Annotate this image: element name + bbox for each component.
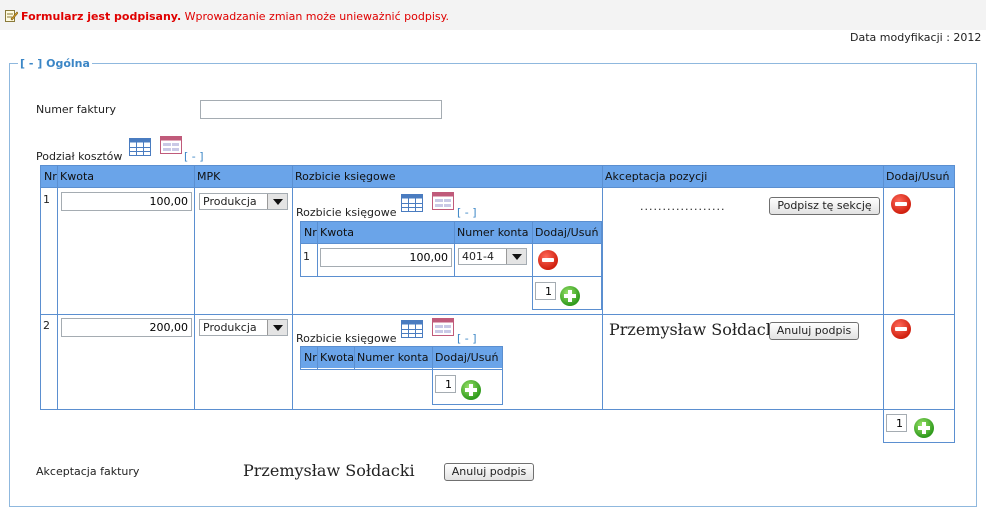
nested-col-amount: Kwota	[320, 226, 354, 239]
col-header-mpk: MPK	[197, 170, 221, 183]
row-1-mpk-value: Produkcja	[203, 195, 257, 208]
col-header-breakdown: Rozbicie księgowe	[295, 170, 396, 183]
row-2-cancel-signature-button[interactable]: Anuluj podpis	[769, 322, 859, 340]
section-title: Ogólna	[46, 57, 90, 70]
row-2-mpk-value: Produkcja	[203, 321, 257, 334]
signed-warning-text: Wprowadzanie zmian może unieważnić podpi…	[181, 10, 450, 23]
column-divider	[57, 166, 58, 409]
table-grid-icon[interactable]	[401, 320, 423, 338]
row-2-amount-input[interactable]	[61, 318, 192, 337]
cost-split-label: Podział kosztów	[36, 150, 123, 163]
row-divider	[41, 187, 954, 188]
table-grid-icon[interactable]	[129, 138, 151, 156]
form-view-icon[interactable]	[432, 192, 454, 210]
col-header-amount: Kwota	[60, 170, 94, 183]
chevron-down-icon	[267, 320, 287, 335]
row-2-breakdown-add-count[interactable]	[435, 375, 456, 393]
cost-split-collapse-toggle[interactable]: [ - ]	[184, 150, 204, 163]
row-2-breakdown-label: Rozbicie księgowe	[296, 332, 397, 345]
row-1-breakdown-label: Rozbicie księgowe	[296, 206, 397, 219]
add-row-icon[interactable]	[461, 380, 481, 400]
cost-split-header-row	[41, 166, 954, 187]
remove-row-icon[interactable]	[538, 250, 558, 270]
column-divider	[317, 222, 318, 276]
cost-split-add-count[interactable]	[886, 414, 907, 432]
form-view-icon[interactable]	[160, 136, 182, 154]
nested-col-nr: Nr	[304, 351, 317, 364]
column-divider	[532, 222, 533, 276]
signed-warning-bold: Formularz jest podpisany.	[21, 10, 182, 23]
column-divider	[194, 166, 195, 409]
modified-date-label: Data modyfikacji : 2012	[850, 31, 982, 44]
row-1-breakdown-collapse-toggle[interactable]: [ - ]	[457, 206, 477, 219]
section-legend: [ - ] Ogólna	[18, 57, 92, 70]
col-header-add-remove: Dodaj/Usuń	[886, 170, 950, 183]
column-divider	[292, 166, 293, 409]
remove-row-icon[interactable]	[891, 194, 911, 214]
form-view-icon[interactable]	[432, 318, 454, 336]
column-divider	[883, 166, 884, 409]
column-divider	[317, 347, 318, 369]
column-divider	[602, 166, 603, 409]
col-header-nr: Nr	[44, 170, 57, 183]
row-1-amount-input[interactable]	[61, 192, 192, 211]
row-divider	[301, 243, 601, 244]
row-1-acceptance-placeholder: ...................	[640, 200, 726, 213]
row-2-nr: 2	[43, 319, 50, 332]
chevron-down-icon	[267, 194, 287, 209]
invoice-acceptance-label: Akceptacja faktury	[36, 465, 140, 478]
invoice-acceptance-signature: Przemysław Sołdacki	[243, 461, 415, 480]
nested-col-add-remove: Dodaj/Usuń	[435, 351, 499, 364]
nested-row-1-account-select[interactable]: 401-4	[458, 248, 527, 265]
nested-col-account: Numer konta	[357, 351, 429, 364]
signed-warning: Formularz jest podpisany. Wprowadzanie z…	[21, 10, 449, 23]
sign-section-button[interactable]: Podpisz tę sekcję	[769, 197, 880, 215]
remove-row-icon[interactable]	[891, 319, 911, 339]
nested-col-account: Numer konta	[457, 226, 529, 239]
nested-row-1-account-value: 401-4	[462, 250, 494, 263]
row-1-nr: 1	[43, 193, 50, 206]
row-1-mpk-select[interactable]: Produkcja	[199, 193, 288, 210]
column-divider	[354, 347, 355, 369]
nested-col-amount: Kwota	[320, 351, 354, 364]
row-2-mpk-select[interactable]: Produkcja	[199, 319, 288, 336]
table-grid-icon[interactable]	[401, 194, 423, 212]
section-collapse-toggle[interactable]: [ - ]	[20, 57, 42, 70]
column-divider	[432, 347, 433, 369]
add-row-icon[interactable]	[914, 418, 934, 438]
nested-col-nr: Nr	[304, 226, 317, 239]
chevron-down-icon	[506, 249, 526, 264]
row-1-breakdown-add-count[interactable]	[535, 282, 556, 300]
signature-pen-icon	[5, 10, 18, 22]
row-2-signature: Przemysław Sołdacki	[609, 320, 781, 339]
nested-row-1-amount-input[interactable]	[320, 248, 452, 267]
column-divider	[454, 222, 455, 276]
col-header-acceptance: Akceptacja pozycji	[605, 170, 708, 183]
invoice-cancel-signature-button[interactable]: Anuluj podpis	[444, 463, 534, 481]
invoice-number-label: Numer faktury	[36, 103, 117, 116]
nested-col-add-remove: Dodaj/Usuń	[535, 226, 599, 239]
invoice-number-input[interactable]	[200, 100, 442, 119]
row-2-breakdown-collapse-toggle[interactable]: [ - ]	[457, 332, 477, 345]
row-divider	[41, 314, 954, 315]
add-row-icon[interactable]	[560, 286, 580, 306]
nested-row-1-nr: 1	[303, 250, 310, 263]
